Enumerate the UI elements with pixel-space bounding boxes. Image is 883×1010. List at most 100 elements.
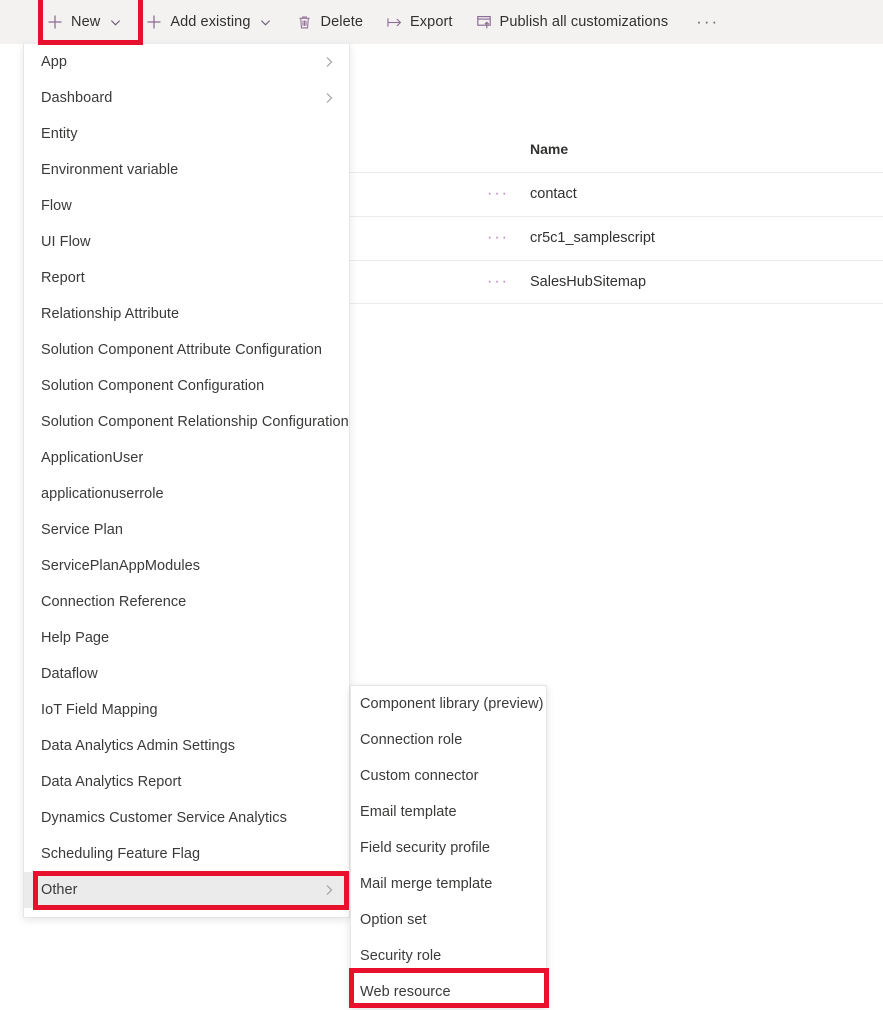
menu-item-label: Component library (preview): [360, 696, 544, 712]
row-name-cell[interactable]: SalesHubSitemap: [530, 274, 646, 290]
table-row[interactable]: ··· cr5c1_samplescript: [350, 216, 883, 260]
menu-item-label: Mail merge template: [360, 876, 493, 892]
menu-item-label: Dynamics Customer Service Analytics: [41, 810, 287, 826]
export-icon: [385, 13, 403, 31]
menu-item-label: Web resource: [360, 984, 451, 1000]
menu-item-label: ServicePlanAppModules: [41, 558, 201, 574]
menu-item-help-page[interactable]: Help Page: [24, 620, 349, 656]
chevron-right-icon: [323, 884, 335, 896]
submenu-item-web-resource[interactable]: Web resource: [351, 974, 546, 1010]
chevron-right-icon: [323, 92, 335, 104]
publish-all-customizations-label: Publish all customizations: [499, 14, 669, 30]
delete-button-label: Delete: [320, 14, 364, 30]
add-existing-button[interactable]: Add existing: [145, 0, 283, 44]
plus-icon: [145, 13, 163, 31]
submenu-item-mail-merge-template[interactable]: Mail merge template: [351, 866, 546, 902]
row-name-cell[interactable]: contact: [530, 186, 577, 202]
chevron-down-icon[interactable]: [258, 14, 274, 30]
menu-item-label: Solution Component Configuration: [41, 378, 265, 394]
submenu-item-email-template[interactable]: Email template: [351, 794, 546, 830]
menu-item-entity[interactable]: Entity: [24, 116, 349, 152]
menu-item-label: Relationship Attribute: [41, 306, 180, 322]
menu-item-label: Report: [41, 270, 85, 286]
menu-item-label: Dashboard: [41, 90, 113, 106]
menu-item-label: IoT Field Mapping: [41, 702, 158, 718]
menu-item-solution-component-relationship-configuration[interactable]: Solution Component Relationship Configur…: [24, 404, 349, 440]
menu-item-report[interactable]: Report: [24, 260, 349, 296]
menu-item-label: Dataflow: [41, 666, 98, 682]
table-row[interactable]: ··· contact: [350, 172, 883, 216]
grid-body: ··· contact ··· cr5c1_samplescript ··· S…: [350, 172, 883, 304]
menu-item-connection-reference[interactable]: Connection Reference: [24, 584, 349, 620]
plus-icon: [46, 13, 64, 31]
menu-item-label: UI Flow: [41, 234, 91, 250]
submenu-item-field-security-profile[interactable]: Field security profile: [351, 830, 546, 866]
submenu-item-security-role[interactable]: Security role: [351, 938, 546, 974]
new-dropdown-menu: App Dashboard Entity Environment variabl…: [23, 44, 350, 918]
menu-item-flow[interactable]: Flow: [24, 188, 349, 224]
submenu-item-component-library[interactable]: Component library (preview): [351, 686, 546, 722]
menu-item-label: Help Page: [41, 630, 110, 646]
menu-item-app[interactable]: App: [24, 44, 349, 80]
menu-item-scheduling-feature-flag[interactable]: Scheduling Feature Flag: [24, 836, 349, 872]
menu-item-label: Solution Component Attribute Configurati…: [41, 342, 322, 358]
submenu-item-option-set[interactable]: Option set: [351, 902, 546, 938]
menu-item-label: Connection Reference: [41, 594, 187, 610]
menu-item-environment-variable[interactable]: Environment variable: [24, 152, 349, 188]
menu-item-dynamics-customer-service-analytics[interactable]: Dynamics Customer Service Analytics: [24, 800, 349, 836]
new-button-label: New: [71, 14, 101, 30]
menu-item-label: App: [41, 54, 67, 70]
chevron-right-icon: [323, 56, 335, 68]
menu-item-label: Data Analytics Admin Settings: [41, 738, 236, 754]
menu-item-data-analytics-admin-settings[interactable]: Data Analytics Admin Settings: [24, 728, 349, 764]
other-submenu: Component library (preview) Connection r…: [350, 685, 547, 1008]
menu-item-label: applicationuserrole: [41, 486, 164, 502]
row-context-menu-icon[interactable]: ···: [487, 274, 509, 290]
row-name-cell[interactable]: cr5c1_samplescript: [530, 230, 655, 246]
menu-item-data-analytics-report[interactable]: Data Analytics Report: [24, 764, 349, 800]
menu-item-label: Security role: [360, 948, 442, 964]
new-button[interactable]: New: [46, 0, 133, 44]
menu-item-label: ApplicationUser: [41, 450, 144, 466]
menu-item-label: Other: [41, 882, 78, 898]
submenu-item-custom-connector[interactable]: Custom connector: [351, 758, 546, 794]
menu-item-serviceplanappmodules[interactable]: ServicePlanAppModules: [24, 548, 349, 584]
menu-item-label: Environment variable: [41, 162, 179, 178]
submenu-item-connection-role[interactable]: Connection role: [351, 722, 546, 758]
menu-item-iot-field-mapping[interactable]: IoT Field Mapping: [24, 692, 349, 728]
menu-item-solution-component-attribute-configuration[interactable]: Solution Component Attribute Configurati…: [24, 332, 349, 368]
menu-item-ui-flow[interactable]: UI Flow: [24, 224, 349, 260]
menu-item-solution-component-configuration[interactable]: Solution Component Configuration: [24, 368, 349, 404]
export-button-label: Export: [410, 14, 453, 30]
menu-item-relationship-attribute[interactable]: Relationship Attribute: [24, 296, 349, 332]
menu-item-label: Service Plan: [41, 522, 123, 538]
publish-icon: [475, 13, 493, 31]
column-header-name[interactable]: Name: [530, 141, 568, 157]
menu-item-service-plan[interactable]: Service Plan: [24, 512, 349, 548]
menu-item-label: Entity: [41, 126, 78, 142]
row-context-menu-icon[interactable]: ···: [487, 230, 509, 246]
menu-item-label: Data Analytics Report: [41, 774, 182, 790]
menu-item-label: Scheduling Feature Flag: [41, 846, 201, 862]
menu-item-applicationuser[interactable]: ApplicationUser: [24, 440, 349, 476]
chevron-down-icon[interactable]: [107, 14, 123, 30]
row-context-menu-icon[interactable]: ···: [487, 186, 509, 202]
menu-item-label: Connection role: [360, 732, 463, 748]
menu-item-applicationuserrole[interactable]: applicationuserrole: [24, 476, 349, 512]
grid-header-row: Name: [350, 128, 883, 172]
menu-item-dataflow[interactable]: Dataflow: [24, 656, 349, 692]
publish-all-customizations-button[interactable]: Publish all customizations: [475, 0, 679, 44]
command-bar: New Add existing Delete Export Publish a…: [0, 0, 883, 44]
delete-button[interactable]: Delete: [296, 0, 374, 44]
menu-item-label: Email template: [360, 804, 457, 820]
export-button[interactable]: Export: [385, 0, 463, 44]
command-bar-overflow-button[interactable]: ···: [690, 13, 725, 30]
menu-item-dashboard[interactable]: Dashboard: [24, 80, 349, 116]
menu-item-label: Solution Component Relationship Configur…: [41, 414, 349, 430]
table-row[interactable]: ··· SalesHubSitemap: [350, 260, 883, 304]
menu-item-label: Option set: [360, 912, 427, 928]
add-existing-button-label: Add existing: [170, 14, 251, 30]
menu-item-label: Field security profile: [360, 840, 491, 856]
menu-item-label: Flow: [41, 198, 72, 214]
menu-item-other[interactable]: Other: [24, 872, 349, 908]
